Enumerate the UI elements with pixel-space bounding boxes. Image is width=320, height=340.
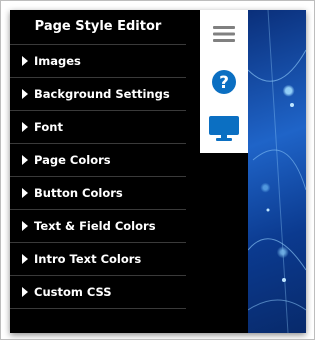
menu-item-label: Text & Field Colors: [34, 219, 156, 233]
expand-arrow-icon: [22, 122, 28, 132]
menu-item-text-field-colors[interactable]: Text & Field Colors: [10, 210, 186, 243]
menu-item-label: Button Colors: [34, 186, 123, 200]
expand-arrow-icon: [22, 254, 28, 264]
menu-item-label: Background Settings: [34, 87, 170, 101]
page-style-editor-panel: Page Style Editor Images Background Sett…: [10, 10, 200, 333]
menu-item-font[interactable]: Font: [10, 111, 186, 144]
menu-item-label: Custom CSS: [34, 285, 112, 299]
menu-item-custom-css[interactable]: Custom CSS: [10, 276, 186, 309]
panel-title: Page Style Editor: [10, 10, 186, 45]
menu-item-label: Font: [34, 120, 63, 134]
background-image-preview: [248, 10, 306, 333]
menu-item-page-colors[interactable]: Page Colors: [10, 144, 186, 177]
expand-arrow-icon: [22, 89, 28, 99]
help-icon[interactable]: ?: [200, 64, 248, 100]
hamburger-menu-icon[interactable]: [200, 16, 248, 52]
expand-arrow-icon: [22, 155, 28, 165]
expand-arrow-icon: [22, 287, 28, 297]
menu-item-label: Page Colors: [34, 153, 111, 167]
menu-item-label: Intro Text Colors: [34, 252, 142, 266]
menu-item-label: Images: [34, 54, 81, 68]
menu-item-images[interactable]: Images: [10, 45, 186, 78]
desktop-preview-icon[interactable]: [200, 110, 248, 146]
menu-item-background-settings[interactable]: Background Settings: [10, 78, 186, 111]
expand-arrow-icon: [22, 188, 28, 198]
screenshot-frame: Page Style Editor Images Background Sett…: [0, 0, 315, 340]
editor-menu: Images Background Settings Font Page Col…: [10, 45, 200, 309]
svg-text:?: ?: [219, 73, 229, 93]
menu-item-intro-text-colors[interactable]: Intro Text Colors: [10, 243, 186, 276]
expand-arrow-icon: [22, 221, 28, 231]
expand-arrow-icon: [22, 56, 28, 66]
preview-stage: Page Style Editor Images Background Sett…: [10, 10, 306, 333]
side-toolbar: ?: [200, 10, 248, 153]
menu-item-button-colors[interactable]: Button Colors: [10, 177, 186, 210]
